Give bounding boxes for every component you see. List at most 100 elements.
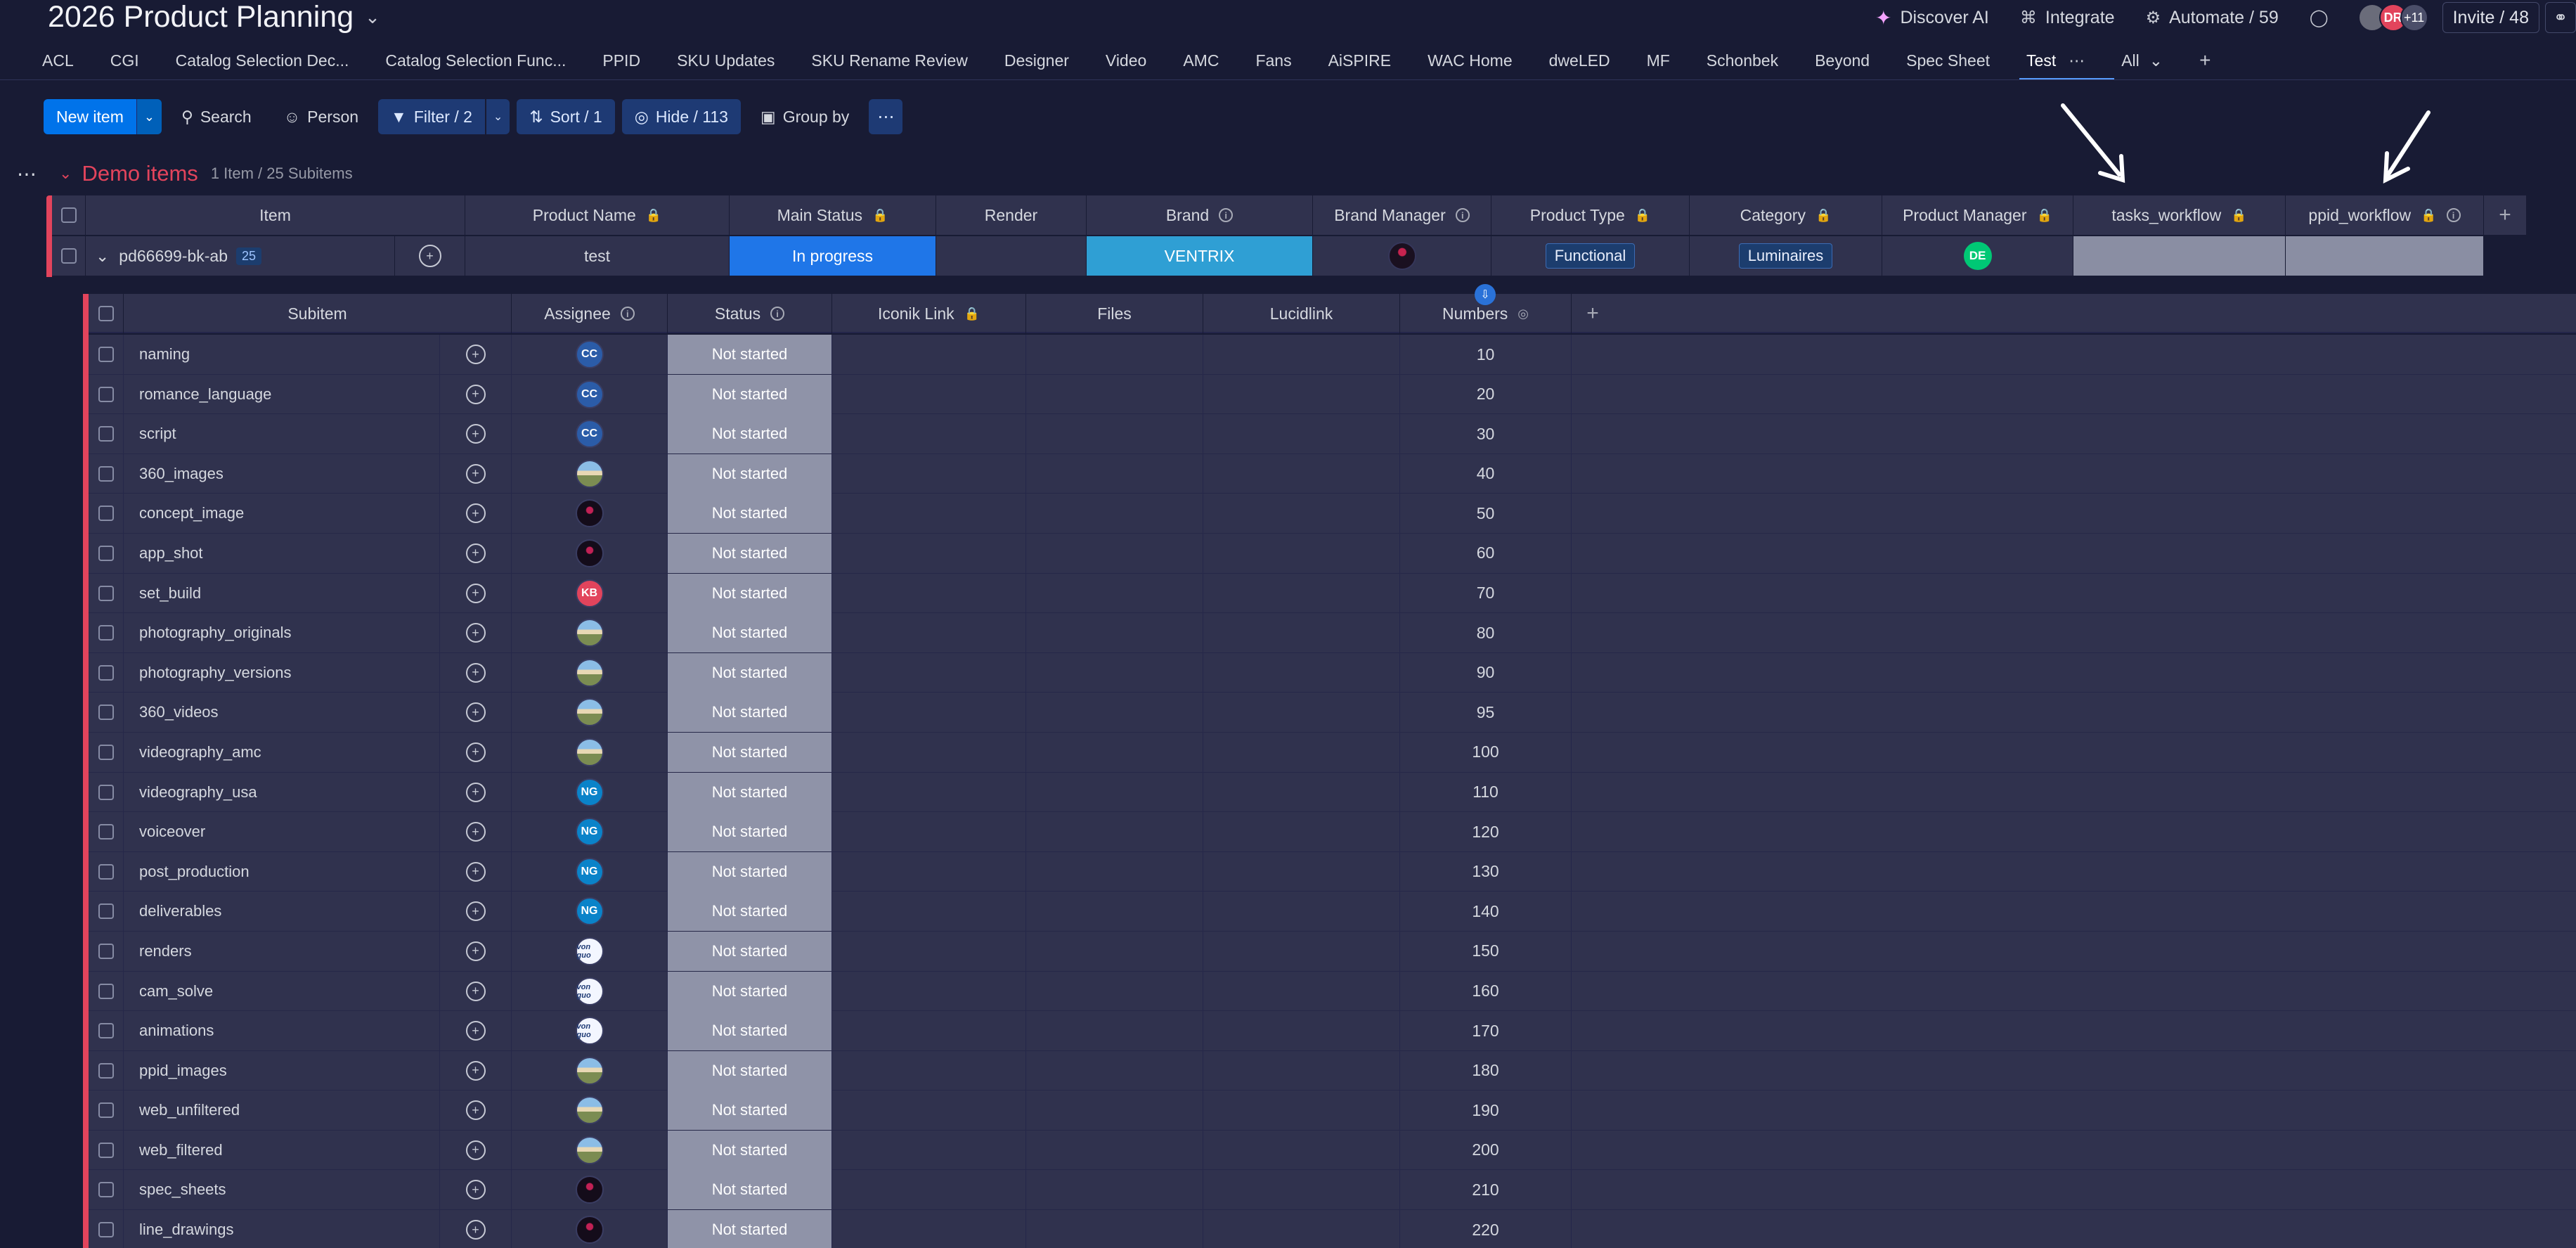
subitem-iconik-link-cell[interactable] (832, 931, 1026, 971)
subitem-checkbox[interactable] (89, 1011, 124, 1051)
add-update-icon[interactable]: + (465, 583, 486, 603)
subitem-files-cell[interactable] (1026, 613, 1203, 653)
subitem-name-cell[interactable]: 360_videos (124, 693, 440, 733)
subitem-status-cell[interactable]: Not started (668, 573, 832, 613)
add-update-icon[interactable]: + (465, 384, 486, 404)
subitem-name-cell[interactable]: set_build (124, 573, 440, 613)
subitem-name-cell[interactable]: voiceover (124, 812, 440, 852)
subitem-iconik-link-cell[interactable] (832, 652, 1026, 693)
column-header-files[interactable]: Files (1026, 294, 1203, 333)
subitem-numbers-cell[interactable]: 70 (1400, 573, 1572, 613)
subitem-assignee-cell[interactable]: KB (512, 573, 668, 613)
tab-wac-home[interactable]: WAC Home (1428, 44, 1513, 77)
add-update-icon[interactable]: + (465, 424, 486, 444)
add-update-icon[interactable]: + (465, 981, 486, 1001)
product-name-cell[interactable]: test (465, 236, 730, 276)
copy-link-icon[interactable]: ⚭ (2545, 2, 2576, 33)
subitem-numbers-cell[interactable]: 40 (1400, 453, 1572, 494)
add-update-icon[interactable]: + (465, 1180, 486, 1200)
tab-test[interactable]: Test ⋯ (2019, 44, 2115, 80)
subitem-checkbox[interactable] (89, 335, 124, 374)
subitem-numbers-cell[interactable]: 30 (1400, 414, 1572, 454)
product-manager-avatar[interactable]: DE (1963, 242, 1992, 270)
subitem-status-cell[interactable]: Not started (668, 652, 832, 693)
subitem-updates-cell[interactable]: + (440, 1011, 512, 1051)
select-all-checkbox[interactable] (52, 195, 86, 235)
subitem-files-cell[interactable] (1026, 453, 1203, 494)
subitem-status-cell[interactable]: Not started (668, 1011, 832, 1051)
subitem-status-cell[interactable]: Not started (668, 374, 832, 414)
subitem-checkbox[interactable] (89, 693, 124, 733)
chevron-down-icon[interactable]: ⌄ (136, 99, 162, 134)
assignee-avatar[interactable]: NG (575, 857, 604, 886)
subitem-files-cell[interactable] (1026, 892, 1203, 932)
add-update-icon[interactable]: + (465, 1220, 486, 1240)
subitem-name-cell[interactable]: post_production (124, 851, 440, 892)
tab-ppid[interactable]: PPID (602, 44, 640, 77)
subitem-name-cell[interactable]: web_filtered (124, 1130, 440, 1170)
main-status-cell[interactable]: In progress (730, 236, 936, 276)
column-header-lucidlink[interactable]: Lucidlink (1203, 294, 1400, 333)
subitem-name-cell[interactable]: animations (124, 1011, 440, 1051)
subitem-iconik-link-cell[interactable] (832, 1091, 1026, 1131)
subitem-iconik-link-cell[interactable] (832, 1170, 1026, 1210)
subitem-assignee-cell[interactable] (512, 652, 668, 693)
subitem-numbers-cell[interactable]: 50 (1400, 494, 1572, 534)
subitem-iconik-link-cell[interactable] (832, 335, 1026, 374)
subitem-checkbox[interactable] (89, 533, 124, 573)
subitem-status-cell[interactable]: Not started (668, 931, 832, 971)
subitem-files-cell[interactable] (1026, 573, 1203, 613)
tab-amc[interactable]: AMC (1183, 44, 1219, 77)
automate-button[interactable]: ⚙ Automate / 59 (2130, 0, 2294, 35)
subitem-numbers-cell[interactable]: 150 (1400, 931, 1572, 971)
subitem-assignee-cell[interactable] (512, 1170, 668, 1210)
subitem-iconik-link-cell[interactable] (832, 971, 1026, 1011)
subitem-numbers-cell[interactable]: 60 (1400, 533, 1572, 573)
subitem-iconik-link-cell[interactable] (832, 812, 1026, 852)
assignee-avatar[interactable] (575, 698, 604, 727)
subitem-status-cell[interactable]: Not started (668, 971, 832, 1011)
subitem-files-cell[interactable] (1026, 1050, 1203, 1091)
integrate-button[interactable]: ⌘ Integrate (2005, 0, 2130, 35)
tab-video[interactable]: Video (1106, 44, 1146, 77)
subitem-assignee-cell[interactable] (512, 1130, 668, 1170)
subitem-checkbox[interactable] (89, 1210, 124, 1248)
tasks-workflow-cell[interactable] (2073, 236, 2286, 276)
expand-subitems-chevron-icon[interactable]: ⌄ (96, 247, 109, 266)
info-icon[interactable]: i (2446, 208, 2461, 222)
subitem-numbers-cell[interactable]: 20 (1400, 374, 1572, 414)
group-collapse-chevron-icon[interactable]: ⌄ (59, 165, 72, 183)
subitem-status-cell[interactable]: Not started (668, 335, 832, 374)
subitem-checkbox[interactable] (89, 812, 124, 852)
filter-button[interactable]: ▼ Filter / 2 (378, 99, 485, 134)
ppid-workflow-cell[interactable] (2286, 236, 2484, 276)
column-header-product-type[interactable]: Product Type 🔒 (1491, 195, 1690, 235)
subitem-status-cell[interactable]: Not started (668, 613, 832, 653)
assignee-avatar[interactable] (575, 1216, 604, 1244)
subitem-lucidlink-cell[interactable] (1203, 613, 1400, 653)
assignee-avatar[interactable] (575, 539, 604, 567)
group-by-button[interactable]: ▣ Group by (748, 99, 862, 134)
subitem-iconik-link-cell[interactable] (832, 732, 1026, 772)
tab-acl[interactable]: ACL (42, 44, 74, 77)
subitem-lucidlink-cell[interactable] (1203, 1091, 1400, 1131)
assignee-avatar[interactable] (575, 1176, 604, 1204)
add-update-icon[interactable]: + (465, 822, 486, 842)
info-icon[interactable]: i (1219, 208, 1234, 222)
subitem-lucidlink-cell[interactable] (1203, 414, 1400, 454)
subitem-checkbox[interactable] (89, 453, 124, 494)
sort-indicator-icon[interactable]: ⇩ (1475, 284, 1496, 305)
subitem-files-cell[interactable] (1026, 732, 1203, 772)
chevron-down-icon[interactable]: ⌄ (365, 6, 380, 28)
subitem-updates-cell[interactable]: + (440, 1050, 512, 1091)
subitem-status-cell[interactable]: Not started (668, 812, 832, 852)
subitem-iconik-link-cell[interactable] (832, 851, 1026, 892)
subitem-checkbox[interactable] (89, 971, 124, 1011)
subitem-iconik-link-cell[interactable] (832, 1011, 1026, 1051)
subitem-lucidlink-cell[interactable] (1203, 812, 1400, 852)
subitem-files-cell[interactable] (1026, 1210, 1203, 1248)
subitem-numbers-cell[interactable]: 140 (1400, 892, 1572, 932)
subitem-name-cell[interactable]: naming (124, 335, 440, 374)
subitem-lucidlink-cell[interactable] (1203, 494, 1400, 534)
assignee-avatar[interactable] (575, 658, 604, 687)
